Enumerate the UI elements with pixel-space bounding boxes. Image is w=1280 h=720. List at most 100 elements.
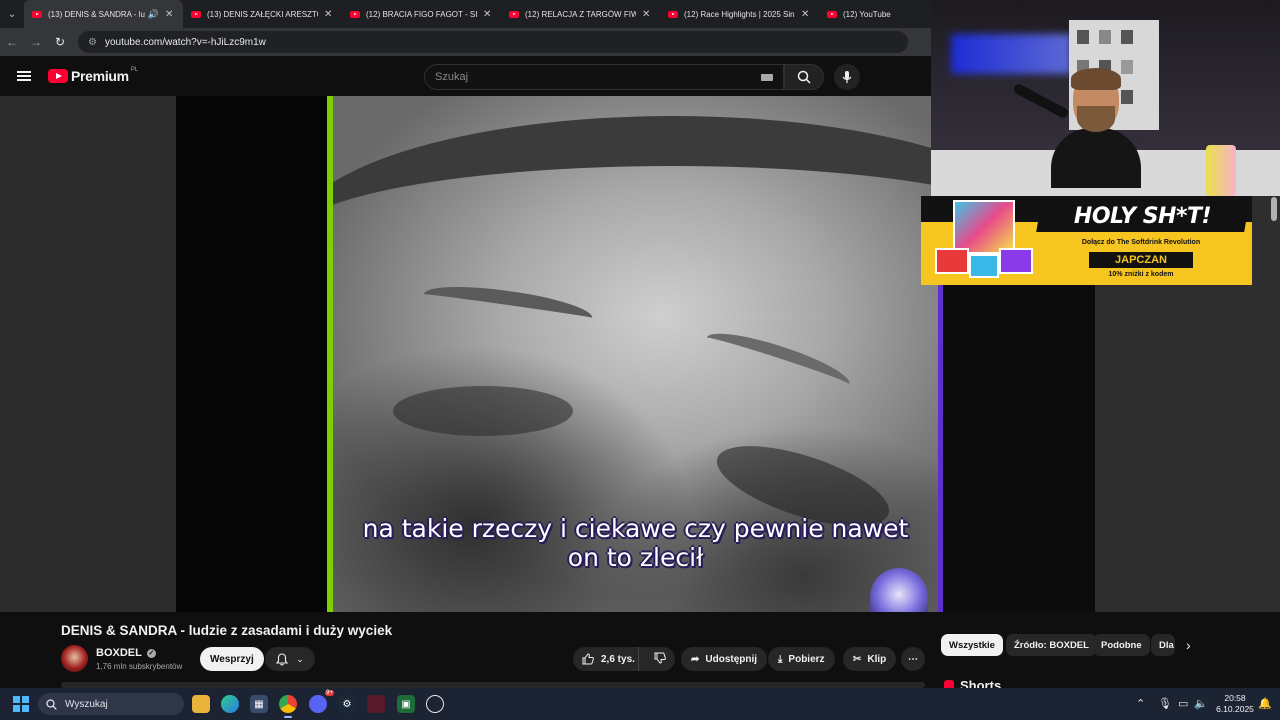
dislike-button[interactable]: [645, 652, 675, 667]
scissors-icon: ✂: [853, 653, 862, 665]
like-button[interactable]: 2,6 tys.: [573, 647, 640, 671]
chip-similar[interactable]: Podobne: [1093, 634, 1150, 656]
close-tab-icon[interactable]: ✕: [801, 9, 811, 20]
clip-button[interactable]: ✂ Klip: [843, 647, 897, 671]
screen: ⌄ (13) DENIS & SANDRA - lu 🔊 ✕ (13) DENI…: [0, 0, 1280, 720]
tab-race-highlights[interactable]: (12) Race Highlights | 2025 Sing ✕: [660, 0, 819, 28]
game-app-icon[interactable]: [367, 695, 385, 713]
tab-title: (12) BRACIA FIGO FAGOT - SIW: [366, 9, 477, 19]
video-subtitle: na takie rzeczy i ciekawe czy pewnie naw…: [333, 514, 938, 572]
streamer-webcam: [931, 0, 1280, 196]
site-settings-icon[interactable]: ⚙: [88, 37, 97, 48]
close-tab-icon[interactable]: ✕: [324, 9, 334, 20]
close-tab-icon[interactable]: ✕: [165, 9, 175, 20]
windows-start-icon[interactable]: [13, 696, 29, 712]
microsoft-store-icon[interactable]: ▦: [250, 695, 268, 713]
webcam-drink-can: [1206, 145, 1236, 196]
taskbar-search-placeholder: Wyszukaj: [65, 698, 108, 710]
tray-chevron-icon[interactable]: ⌃: [1136, 697, 1145, 710]
verified-check-icon: ✓: [146, 648, 156, 658]
youtube-header: Premium PL: [0, 56, 931, 96]
volume-icon[interactable]: 🔈: [1194, 697, 1208, 710]
page-background-mid: [176, 96, 327, 612]
xbox-app-icon[interactable]: ▣: [397, 695, 415, 713]
tray-microphone-icon[interactable]: 🎙: [1158, 697, 1172, 710]
video-info: DENIS & SANDRA - ludzie z zasadami i duż…: [0, 612, 931, 688]
chips-next-chevron-icon[interactable]: ›: [1186, 637, 1191, 653]
search-button[interactable]: [784, 64, 824, 90]
voice-search-button[interactable]: [834, 64, 860, 90]
notification-icon[interactable]: 🔔: [1258, 697, 1272, 710]
like-count: 2,6 tys.: [601, 653, 635, 665]
channel-avatar[interactable]: [61, 645, 88, 672]
subtitle-line-2: on to zlecił: [567, 543, 704, 572]
youtube-logo-icon: [48, 69, 68, 83]
reload-icon[interactable]: ↻: [48, 30, 72, 54]
download-button[interactable]: ⤓ Pobierz: [768, 647, 835, 671]
search-icon: [46, 698, 57, 710]
more-actions-button[interactable]: ⋯: [901, 647, 925, 671]
tab-relacja-z-targow[interactable]: (12) RELACJA Z TARGÓW FIWE ✕: [501, 0, 660, 28]
tab-denis-zalecki[interactable]: (13) DENIS ZAŁĘCKI ARESZTOW ✕: [183, 0, 342, 28]
share-button[interactable]: ➦ Udostępnij: [681, 647, 768, 671]
more-dots-icon: ⋯: [908, 653, 918, 665]
tab-title: (12) YouTube: [843, 9, 891, 19]
tab-search-chevron-icon[interactable]: ⌄: [0, 0, 24, 28]
page-background-left: [0, 96, 176, 612]
discord-icon[interactable]: 9+: [309, 690, 334, 713]
logo-text: Premium: [71, 68, 129, 84]
back-arrow-icon[interactable]: ←: [0, 30, 24, 54]
tab-title: (13) DENIS & SANDRA - lu: [48, 9, 145, 19]
discord-badge: 9+: [325, 690, 334, 696]
scrollbar-thumb[interactable]: [1271, 197, 1277, 221]
speaker-icon[interactable]: 🔊: [148, 9, 159, 20]
network-icon[interactable]: ▭: [1178, 697, 1188, 710]
notification-bell-button[interactable]: ⌄: [265, 647, 315, 671]
tab-denis-sandra[interactable]: (13) DENIS & SANDRA - lu 🔊 ✕: [24, 0, 183, 28]
share-arrow-icon: ➦: [691, 653, 700, 665]
address-bar-row: ← → ↻ ⚙ youtube.com/watch?v=-hJiLzc9m1w: [0, 28, 931, 56]
tab-youtube[interactable]: (12) YouTube: [819, 0, 929, 28]
tab-title: (13) DENIS ZAŁĘCKI ARESZTOW: [207, 9, 318, 19]
url-field[interactable]: ⚙ youtube.com/watch?v=-hJiLzc9m1w: [78, 31, 908, 53]
tab-bracia-figo-fagot[interactable]: (12) BRACIA FIGO FAGOT - SIW ✕: [342, 0, 501, 28]
chip-all[interactable]: Wszystkie: [941, 634, 1003, 656]
support-button[interactable]: Wesprzyj: [200, 647, 264, 671]
download-icon: ⤓: [778, 653, 783, 665]
download-label: Pobierz: [788, 653, 825, 665]
taskbar-search[interactable]: Wyszukaj: [38, 693, 184, 715]
video-player[interactable]: na takie rzeczy i ciekawe czy pewnie naw…: [327, 96, 943, 612]
close-tab-icon[interactable]: ✕: [642, 9, 652, 20]
channel-name[interactable]: BOXDEL ✓: [96, 647, 156, 659]
search-input[interactable]: [435, 71, 735, 83]
keyboard-icon[interactable]: [761, 74, 773, 81]
youtube-premium-logo[interactable]: Premium PL: [48, 67, 138, 84]
sponsor-code: JAPCZAN: [1089, 252, 1193, 268]
obs-icon[interactable]: [426, 695, 444, 713]
youtube-favicon-icon: [191, 10, 201, 18]
chip-for-you[interactable]: Dla: [1151, 634, 1175, 656]
product-box-image: [935, 248, 969, 274]
streamer: [1051, 66, 1141, 188]
sponsor-discount-text: 10% zniżki z kodem: [1108, 271, 1174, 278]
youtube-favicon-icon: [509, 10, 519, 18]
recommendation-chips: Wszystkie Źródło: BOXDEL Podobne Dla ›: [931, 612, 1280, 688]
steam-icon[interactable]: ⚙: [338, 695, 356, 713]
chip-source-boxdel[interactable]: Źródło: BOXDEL: [1006, 634, 1097, 656]
sponsor-banner: HOLY SH*T! Dołącz do The Softdrink Revol…: [921, 196, 1252, 285]
channel-name-text: BOXDEL: [96, 647, 142, 659]
tab-title: (12) Race Highlights | 2025 Sing: [684, 9, 795, 19]
video-frame-eye: [393, 386, 573, 436]
edge-icon[interactable]: [221, 695, 239, 713]
chrome-icon[interactable]: [279, 695, 297, 718]
menu-hamburger-icon[interactable]: [0, 71, 48, 81]
thumbs-down-icon: [654, 652, 666, 664]
file-explorer-icon[interactable]: [192, 695, 210, 713]
forward-arrow-icon[interactable]: →: [24, 30, 48, 54]
close-tab-icon[interactable]: ✕: [483, 9, 493, 20]
taskbar-clock[interactable]: 20:58 6.10.2025: [1214, 693, 1256, 715]
channel-watermark-icon[interactable]: [870, 568, 928, 612]
youtube-favicon-icon: [32, 10, 42, 18]
video-frame-hair: [333, 116, 938, 356]
subscriber-count: 1,76 mln subskrybentów: [96, 662, 183, 671]
